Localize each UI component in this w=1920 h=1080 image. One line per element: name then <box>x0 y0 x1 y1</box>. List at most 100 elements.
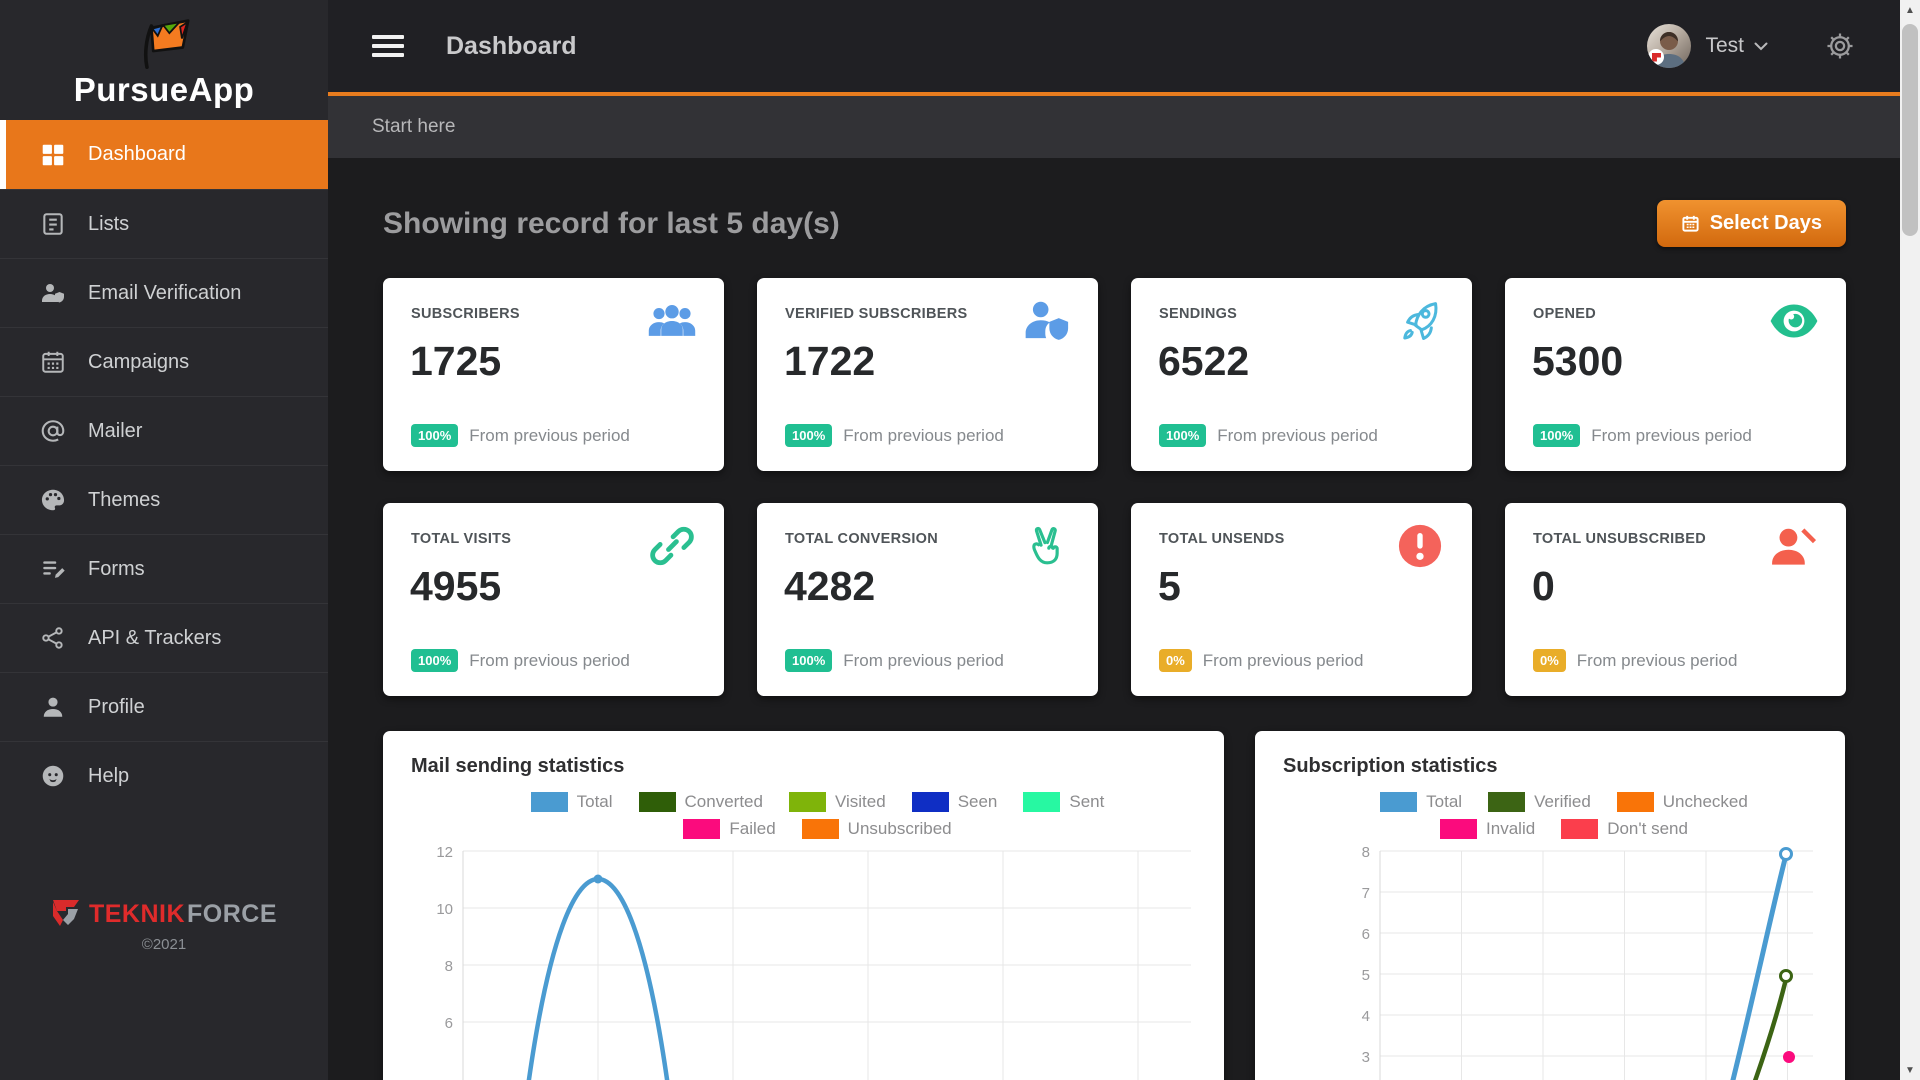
legend-swatch <box>1561 819 1598 839</box>
chart-title: Mail sending statistics <box>411 755 1224 778</box>
select-days-label: Select Days <box>1710 212 1822 235</box>
avatar[interactable] <box>1647 24 1691 68</box>
legend-item[interactable]: Don't send <box>1561 819 1688 839</box>
victory-hand-icon <box>1020 523 1072 569</box>
svg-text:12: 12 <box>436 844 453 861</box>
sidebar-item-forms[interactable]: Forms <box>0 534 328 603</box>
chart-title: Subscription statistics <box>1283 755 1845 778</box>
legend-item[interactable]: Invalid <box>1440 819 1535 839</box>
users-group-icon <box>646 298 698 344</box>
settings-gear-icon[interactable] <box>1824 30 1856 62</box>
card-note: From previous period <box>843 426 1004 446</box>
sidebar-item-help[interactable]: Help <box>0 741 328 810</box>
scrollbar-thumb[interactable] <box>1902 24 1918 236</box>
page-title: Dashboard <box>446 32 577 61</box>
card-value: 4955 <box>410 563 501 610</box>
svg-text:7: 7 <box>1362 885 1370 902</box>
sidebar-item-label: Mailer <box>88 420 142 443</box>
sidebar-item-label: Forms <box>88 558 145 581</box>
legend-item[interactable]: Seen <box>912 792 998 812</box>
sidebar-item-label: Email Verification <box>88 282 241 305</box>
svg-text:4: 4 <box>1362 1008 1370 1025</box>
card-note: From previous period <box>1577 651 1738 671</box>
card-value: 0 <box>1532 563 1555 610</box>
sidebar: PursueApp Dashboard Lists Email Verifica… <box>0 0 328 1080</box>
legend-item[interactable]: Total <box>531 792 613 812</box>
form-pencil-icon <box>36 556 70 582</box>
card-verified-subscribers: VERIFIED SUBSCRIBERS 1722 100% From prev… <box>757 278 1098 471</box>
sidebar-item-api-trackers[interactable]: API & Trackers <box>0 603 328 672</box>
card-note: From previous period <box>1217 426 1378 446</box>
user-menu[interactable]: Test <box>1705 34 1744 58</box>
legend-item[interactable]: Visited <box>789 792 886 812</box>
chart-legend: Total Verified Unchecked Invalid Don't s… <box>1283 792 1845 839</box>
mail-sending-plot: 12 10 8 6 <box>411 843 1196 1080</box>
legend-swatch <box>1617 792 1654 812</box>
help-icon <box>36 763 70 789</box>
share-nodes-icon <box>36 625 70 651</box>
card-total-conversion: TOTAL CONVERSION 4282 100% From previous… <box>757 503 1098 696</box>
scroll-up-arrow-icon[interactable]: ▲ <box>1900 0 1920 20</box>
sidebar-item-label: Help <box>88 765 129 788</box>
legend-item[interactable]: Unchecked <box>1617 792 1748 812</box>
legend-swatch <box>639 792 676 812</box>
legend-swatch <box>1023 792 1060 812</box>
legend-swatch <box>802 819 839 839</box>
sidebar-item-label: Campaigns <box>88 351 189 374</box>
svg-text:3: 3 <box>1362 1049 1370 1066</box>
sidebar-item-campaigns[interactable]: Campaigns <box>0 327 328 396</box>
palette-icon <box>36 487 70 513</box>
card-label: OPENED <box>1533 306 1596 322</box>
legend-item[interactable]: Sent <box>1023 792 1104 812</box>
card-total-unsends: TOTAL UNSENDS 5 0% From previous period <box>1131 503 1472 696</box>
sidebar-item-lists[interactable]: Lists <box>0 189 328 258</box>
user-shield-icon <box>36 280 70 306</box>
brand-force: FORCE <box>187 900 277 929</box>
sidebar-item-mailer[interactable]: Mailer <box>0 396 328 465</box>
pct-badge: 0% <box>1533 649 1566 672</box>
sidebar-item-label: API & Trackers <box>88 627 221 650</box>
legend-item[interactable]: Failed <box>683 819 775 839</box>
sidebar-item-themes[interactable]: Themes <box>0 465 328 534</box>
scroll-down-arrow-icon[interactable]: ▼ <box>1900 1060 1920 1080</box>
pct-badge: 100% <box>785 424 832 447</box>
legend-item[interactable]: Converted <box>639 792 763 812</box>
subscription-chart-card: Subscription statistics Total Verified U… <box>1255 731 1845 1080</box>
subscription-plot: 8 7 6 5 4 3 <box>1283 843 1817 1080</box>
select-days-button[interactable]: Select Days <box>1657 200 1846 247</box>
legend-swatch <box>789 792 826 812</box>
dashboard-grid-icon <box>36 142 70 168</box>
card-label: TOTAL CONVERSION <box>785 531 938 547</box>
card-value: 6522 <box>1158 338 1249 385</box>
top-header: Dashboard Test <box>328 0 1900 96</box>
legend-swatch <box>1440 819 1477 839</box>
mail-sending-chart-card: Mail sending statistics Total Converted … <box>383 731 1224 1080</box>
legend-swatch <box>1380 792 1417 812</box>
card-label: TOTAL UNSENDS <box>1159 531 1285 547</box>
sidebar-item-dashboard[interactable]: Dashboard <box>0 120 328 189</box>
card-note: From previous period <box>469 651 630 671</box>
pct-badge: 100% <box>411 649 458 672</box>
card-value: 5 <box>1158 563 1181 610</box>
user-shield-icon <box>1020 298 1072 344</box>
card-label: TOTAL UNSUBSCRIBED <box>1533 531 1706 547</box>
legend-item[interactable]: Verified <box>1488 792 1591 812</box>
card-label: TOTAL VISITS <box>411 531 511 547</box>
card-value: 4282 <box>784 563 875 610</box>
sidebar-item-profile[interactable]: Profile <box>0 672 328 741</box>
verified-end-marker <box>1781 971 1792 982</box>
page-scrollbar[interactable]: ▲ ▼ <box>1900 0 1920 1080</box>
dashboard-page: PursueApp Dashboard Lists Email Verifica… <box>0 0 1920 1080</box>
svg-text:6: 6 <box>445 1015 453 1032</box>
total-peak-marker <box>594 875 603 884</box>
sidebar-item-email-verification[interactable]: Email Verification <box>0 258 328 327</box>
card-label: SENDINGS <box>1159 306 1237 322</box>
app-logo[interactable]: PursueApp <box>0 0 328 120</box>
legend-item[interactable]: Unsubscribed <box>802 819 952 839</box>
legend-item[interactable]: Total <box>1380 792 1462 812</box>
main-area: Dashboard Test <box>328 0 1900 1080</box>
pct-badge: 100% <box>785 649 832 672</box>
chevron-down-icon[interactable] <box>1754 42 1768 51</box>
menu-toggle-icon[interactable] <box>372 30 404 62</box>
card-subscribers: SUBSCRIBERS 1725 100% From previous peri… <box>383 278 724 471</box>
